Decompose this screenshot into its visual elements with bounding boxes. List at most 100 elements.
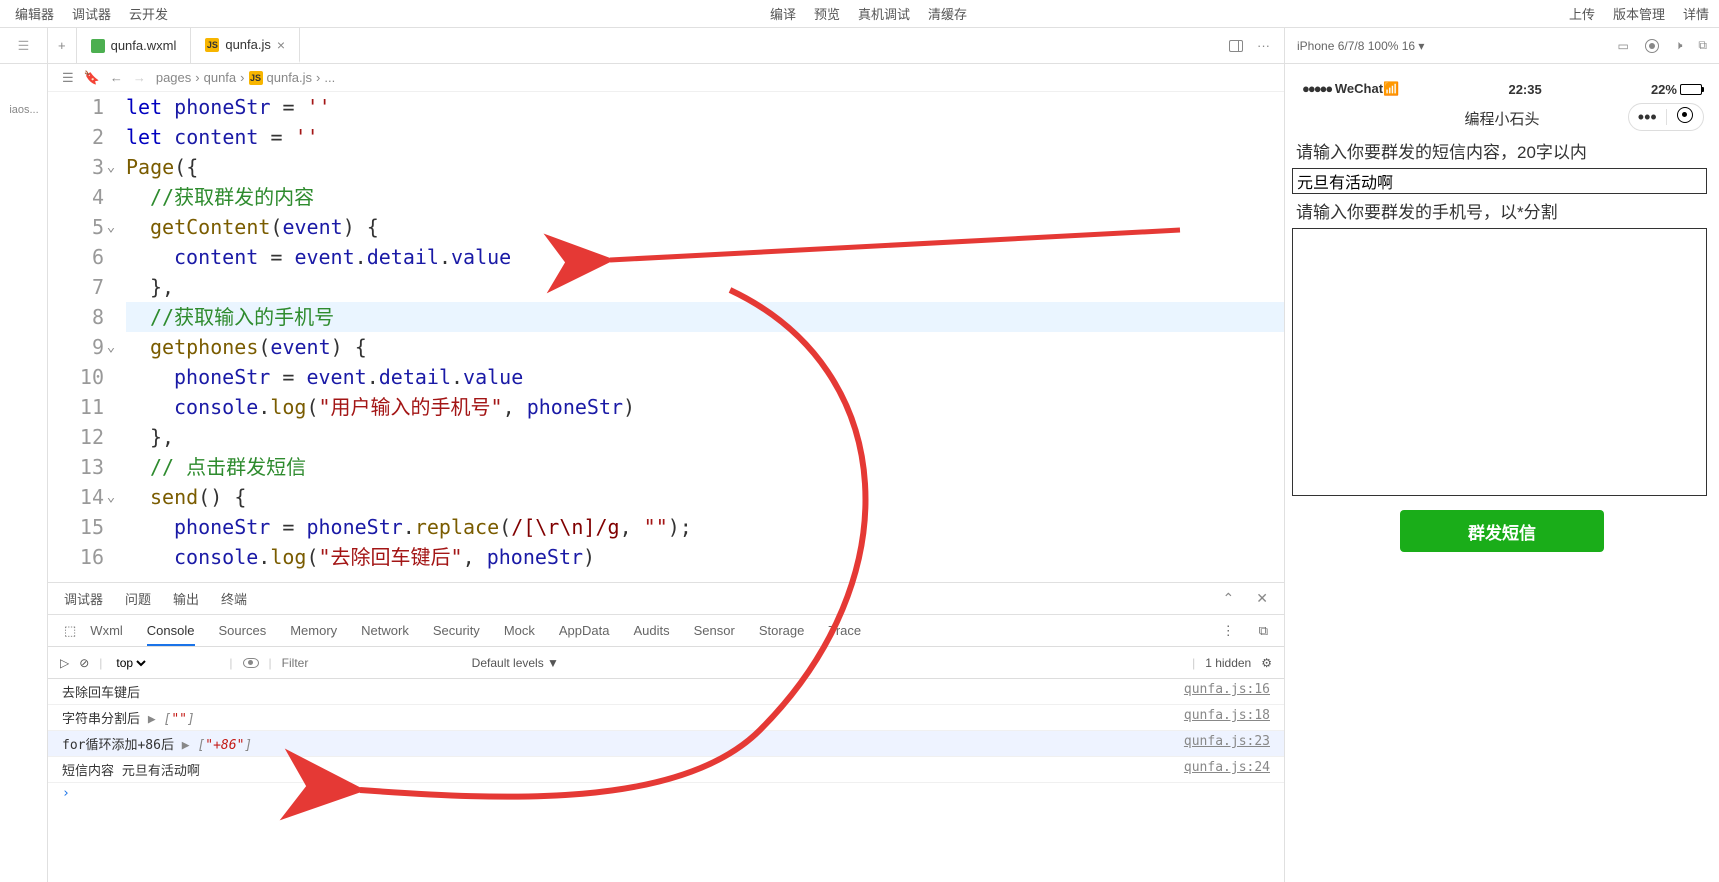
- panel-tab-终端[interactable]: 终端: [221, 589, 247, 608]
- panel-tab-输出[interactable]: 输出: [173, 589, 199, 608]
- capsule-menu-icon[interactable]: •••: [1629, 111, 1666, 123]
- explorer-toggle-icon[interactable]: ☰: [0, 28, 47, 64]
- app-menubar: 编辑器调试器云开发 编译预览真机调试清缓存 上传版本管理详情: [0, 0, 1719, 28]
- log-source-link[interactable]: qunfa.js:23: [1184, 734, 1270, 753]
- project-tree-hint: iaos...: [0, 64, 48, 116]
- fold-toggle[interactable]: ⌄: [102, 482, 120, 512]
- rotate-device-icon[interactable]: ▭: [1618, 39, 1629, 53]
- console-prompt[interactable]: ›: [48, 783, 1284, 804]
- new-tab-button[interactable]: +: [48, 28, 77, 63]
- detach-icon[interactable]: ⧉: [1698, 38, 1707, 53]
- menu-调试器[interactable]: 调试器: [72, 4, 111, 23]
- editor-tabs: + qunfa.wxml JS qunfa.js × ···: [48, 28, 1284, 64]
- wxml-file-icon: [91, 39, 105, 53]
- panel-up-icon[interactable]: ⌃: [1223, 590, 1235, 607]
- console-log-row[interactable]: 短信内容 元旦有活动啊 qunfa.js:24: [48, 757, 1284, 783]
- log-source-link[interactable]: qunfa.js:16: [1184, 682, 1270, 701]
- phones-textarea[interactable]: [1292, 228, 1707, 496]
- fold-toggle: [102, 92, 120, 122]
- devtab-wxml[interactable]: Wxml: [90, 623, 123, 638]
- mute-icon[interactable]: 🕨: [1675, 38, 1683, 53]
- hidden-count[interactable]: 1 hidden: [1205, 656, 1251, 670]
- fold-toggle: [102, 512, 120, 542]
- fold-toggle[interactable]: ⌄: [102, 152, 120, 182]
- console-clear-icon[interactable]: ⊘: [79, 656, 89, 670]
- console-settings-icon[interactable]: ⚙: [1261, 656, 1272, 670]
- eye-icon[interactable]: [243, 658, 259, 668]
- panel-tab-问题[interactable]: 问题: [125, 589, 151, 608]
- nav-forward-icon[interactable]: →: [133, 70, 146, 85]
- record-icon[interactable]: [1645, 39, 1659, 53]
- outline-icon[interactable]: ☰: [62, 70, 74, 86]
- menu-编译[interactable]: 编译: [770, 4, 796, 23]
- devtab-security[interactable]: Security: [433, 623, 480, 638]
- inspect-icon[interactable]: ⬚: [64, 623, 76, 639]
- console-log-row[interactable]: for循环添加+86后 ▶ ["+86"]qunfa.js:23: [48, 731, 1284, 757]
- activity-bar: ☰ iaos...: [0, 28, 48, 882]
- panel-close-icon[interactable]: ✕: [1256, 590, 1268, 607]
- capsule-close-icon[interactable]: [1667, 107, 1704, 127]
- console-play-icon[interactable]: ▷: [60, 656, 69, 670]
- device-select[interactable]: iPhone 6/7/8 100% 16 ▾: [1297, 39, 1424, 53]
- send-button[interactable]: 群发短信: [1400, 510, 1604, 552]
- fold-toggle: [102, 302, 120, 332]
- menu-清缓存[interactable]: 清缓存: [928, 4, 967, 23]
- wifi-icon: 📶: [1383, 81, 1399, 96]
- devtab-sources[interactable]: Sources: [219, 623, 267, 638]
- battery-icon: [1680, 84, 1702, 95]
- tab-qunfa-wxml[interactable]: qunfa.wxml: [77, 28, 192, 63]
- devtab-mock[interactable]: Mock: [504, 623, 535, 638]
- simulator-panel: iPhone 6/7/8 100% 16 ▾ ▭ 🕨 ⧉ ●●●●● WeCha…: [1285, 28, 1719, 882]
- devtab-audits[interactable]: Audits: [633, 623, 669, 638]
- status-time: 22:35: [1508, 82, 1541, 97]
- fold-toggle: [102, 182, 120, 212]
- fold-toggle[interactable]: ⌄: [102, 332, 120, 362]
- devtab-console[interactable]: Console: [147, 623, 195, 646]
- signal-icon: ●●●●●: [1302, 81, 1331, 96]
- console-scope-select[interactable]: top: [112, 655, 149, 671]
- tab-qunfa-js[interactable]: JS qunfa.js ×: [191, 28, 300, 63]
- log-source-link[interactable]: qunfa.js:18: [1184, 708, 1270, 727]
- bottom-panel: 调试器 问题 输出 终端 ⌃ ✕ ⬚ Wxml Console Sources Memory…: [48, 582, 1284, 882]
- menu-上传[interactable]: 上传: [1569, 4, 1595, 23]
- devtab-storage[interactable]: Storage: [759, 623, 805, 638]
- capsule-button[interactable]: •••: [1628, 103, 1704, 131]
- fold-toggle: [102, 452, 120, 482]
- menu-预览[interactable]: 预览: [814, 4, 840, 23]
- console-log-row[interactable]: 去除回车键后 qunfa.js:16: [48, 679, 1284, 705]
- menu-编辑器[interactable]: 编辑器: [15, 4, 54, 23]
- fold-toggle: [102, 122, 120, 152]
- content-input[interactable]: [1292, 168, 1707, 194]
- console-levels-select[interactable]: Default levels ▼: [472, 656, 559, 670]
- close-tab-icon[interactable]: ×: [277, 37, 285, 53]
- js-file-icon: JS: [205, 38, 219, 52]
- devtools-more-icon[interactable]: ⋮: [1222, 623, 1235, 639]
- fold-toggle[interactable]: ⌄: [102, 212, 120, 242]
- devtab-sensor[interactable]: Sensor: [694, 623, 735, 638]
- menu-真机调试[interactable]: 真机调试: [858, 4, 910, 23]
- nav-back-icon[interactable]: ←: [110, 70, 123, 85]
- panel-tab-调试器[interactable]: 调试器: [64, 589, 103, 608]
- fold-toggle: [102, 392, 120, 422]
- console-log-row[interactable]: 字符串分割后 ▶ [""]qunfa.js:18: [48, 705, 1284, 731]
- bookmark-icon[interactable]: 🔖: [84, 70, 100, 86]
- code-editor[interactable]: 12345678910111213141516 ⌄⌄⌄⌄ let phoneSt…: [48, 92, 1284, 582]
- breadcrumb: ☰ 🔖 ← → pages › qunfa › JS qunfa.js › ..…: [48, 64, 1284, 92]
- split-editor-icon[interactable]: [1229, 40, 1243, 52]
- devtab-appdata[interactable]: AppData: [559, 623, 610, 638]
- js-file-icon: JS: [249, 71, 263, 85]
- fold-toggle: [102, 242, 120, 272]
- menu-云开发[interactable]: 云开发: [129, 4, 168, 23]
- fold-toggle: [102, 422, 120, 452]
- devtab-trace[interactable]: Trace: [828, 623, 861, 638]
- menu-版本管理[interactable]: 版本管理: [1613, 4, 1665, 23]
- console-filter-input[interactable]: [282, 656, 462, 670]
- devtools-dock-icon[interactable]: ⧉: [1259, 623, 1268, 639]
- battery-pct: 22%: [1651, 82, 1677, 97]
- log-source-link[interactable]: qunfa.js:24: [1184, 760, 1270, 779]
- editor-more-icon[interactable]: ···: [1257, 38, 1270, 53]
- devtab-network[interactable]: Network: [361, 623, 409, 638]
- devtab-memory[interactable]: Memory: [290, 623, 337, 638]
- console-toolbar: ▷ ⊘ | top | | Default levels ▼ | 1 hidde…: [48, 647, 1284, 679]
- menu-详情[interactable]: 详情: [1683, 4, 1709, 23]
